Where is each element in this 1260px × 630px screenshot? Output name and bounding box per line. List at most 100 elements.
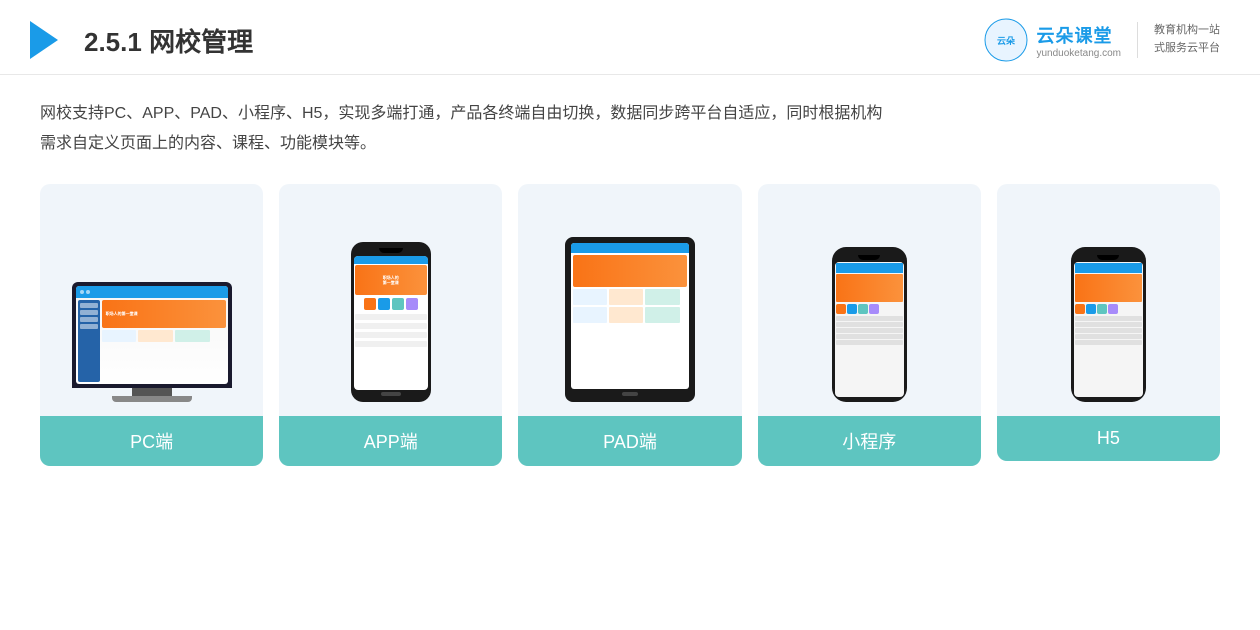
- pad-screen: [571, 243, 689, 389]
- miniprogram-screen: [835, 262, 904, 397]
- mini-list-3: [836, 328, 903, 333]
- h5-image-area: [997, 202, 1220, 402]
- description-text: 网校支持PC、APP、PAD、小程序、H5，实现多端打通，产品各终端自由切换，数…: [40, 99, 1220, 160]
- cloud-logo-icon: 云朵: [984, 18, 1028, 62]
- app-icons-row: [355, 296, 427, 312]
- pc-sidebar: [78, 300, 100, 382]
- mini-icon-2: [847, 304, 857, 314]
- pc-mockup: 职场人的第一堂课: [72, 282, 232, 402]
- mini-icon-1: [836, 304, 846, 314]
- miniprogram-notch: [858, 255, 880, 260]
- h5-icon-2: [1086, 304, 1096, 314]
- pc-dot-2: [86, 290, 90, 294]
- pc-sidebar-item-2: [80, 310, 98, 315]
- main-content: 网校支持PC、APP、PAD、小程序、H5，实现多端打通，产品各终端自由切换，数…: [0, 75, 1260, 630]
- pad-home-btn: [622, 392, 638, 396]
- miniprogram-icons: [836, 303, 903, 315]
- app-banner-text: 职场人的第一堂课: [383, 275, 399, 285]
- h5-icon-3: [1097, 304, 1107, 314]
- pad-grid-4: [573, 307, 607, 323]
- mini-icon-4: [869, 304, 879, 314]
- h5-icon-1: [1075, 304, 1085, 314]
- h5-list-4: [1075, 334, 1142, 339]
- app-list-1: [355, 314, 427, 320]
- pc-image-area: 职场人的第一堂课: [40, 202, 263, 402]
- pad-grid-3: [645, 289, 679, 305]
- brand-logo: 云朵: [984, 18, 1028, 62]
- pad-top-bar: [571, 243, 689, 253]
- pc-sidebar-item-4: [80, 324, 98, 329]
- pc-card-label: PC端: [40, 416, 263, 466]
- app-phone-screen: 职场人的第一堂课: [354, 256, 428, 390]
- header-left: 2.5.1 网校管理: [30, 21, 253, 59]
- mini-list-1: [836, 316, 903, 321]
- app-phone-mockup: 职场人的第一堂课: [351, 242, 431, 402]
- h5-notch: [1097, 255, 1119, 260]
- pc-screen-content: 职场人的第一堂课: [76, 286, 228, 384]
- h5-list-2: [1075, 322, 1142, 327]
- brand-url: yunduoketang.com: [1036, 48, 1121, 59]
- miniprogram-header: [836, 263, 903, 273]
- h5-icons: [1075, 303, 1142, 315]
- h5-header: [1075, 263, 1142, 273]
- app-card-label: APP端: [279, 416, 502, 466]
- pad-card-label: PAD端: [518, 416, 741, 466]
- miniprogram-card: 小程序: [758, 184, 981, 466]
- app-home-btn: [381, 392, 401, 396]
- page-container: 2.5.1 网校管理 云朵 云朵课堂 yunduoketang.com 教育机构…: [0, 0, 1260, 630]
- pc-sidebar-item-3: [80, 317, 98, 322]
- miniprogram-content: [835, 262, 904, 397]
- mini-list-4: [836, 334, 903, 339]
- pad-content: [571, 253, 689, 389]
- h5-screen: [1074, 262, 1143, 397]
- pc-banner: 职场人的第一堂课: [102, 300, 226, 328]
- pad-grid: [573, 289, 687, 323]
- app-card: 职场人的第一堂课: [279, 184, 502, 466]
- app-list-4: [355, 341, 427, 347]
- pc-sidebar-item-1: [80, 303, 98, 308]
- h5-list-1: [1075, 316, 1142, 321]
- pad-grid-6: [645, 307, 679, 323]
- pc-card-3: [175, 330, 210, 342]
- logo-arrow-icon: [30, 21, 68, 59]
- pad-grid-1: [573, 289, 607, 305]
- pc-card-1: [102, 330, 137, 342]
- h5-card: H5: [997, 184, 1220, 461]
- h5-banner: [1075, 274, 1142, 302]
- brand-name: 云朵课堂: [1036, 22, 1112, 48]
- pc-cards-mini: [102, 330, 226, 342]
- svg-text:云朵: 云朵: [997, 36, 1016, 46]
- brand-divider: [1137, 22, 1138, 58]
- app-banner: 职场人的第一堂课: [355, 265, 427, 295]
- device-cards-row: 职场人的第一堂课: [40, 184, 1220, 466]
- brand-name-block: 云朵课堂 yunduoketang.com: [1036, 22, 1121, 59]
- app-icon-4: [406, 298, 418, 310]
- mini-list-5: [836, 340, 903, 345]
- h5-card-label: H5: [997, 416, 1220, 461]
- app-image-area: 职场人的第一堂课: [279, 202, 502, 402]
- pc-card: 职场人的第一堂课: [40, 184, 263, 466]
- pc-card-2: [138, 330, 173, 342]
- h5-list-5: [1075, 340, 1142, 345]
- miniprogram-card-label: 小程序: [758, 416, 981, 466]
- mini-icon-3: [858, 304, 868, 314]
- pad-banner: [573, 255, 687, 287]
- pc-main: 职场人的第一堂课: [102, 300, 226, 382]
- pad-mockup: [565, 237, 695, 402]
- app-icon-2: [378, 298, 390, 310]
- pc-screen-outer: 职场人的第一堂课: [72, 282, 232, 388]
- pc-banner-text: 职场人的第一堂课: [106, 311, 138, 317]
- miniprogram-phone: [832, 247, 907, 402]
- app-content: 职场人的第一堂课: [354, 264, 428, 390]
- pad-grid-5: [609, 307, 643, 323]
- miniprogram-image-area: [758, 202, 981, 402]
- pad-image-area: [518, 202, 741, 402]
- app-phone-notch: [379, 248, 403, 253]
- pc-top-bar: [76, 286, 228, 298]
- app-status-bar: [354, 256, 428, 264]
- page-title: 2.5.1 网校管理: [84, 22, 253, 59]
- miniprogram-banner: [836, 274, 903, 302]
- h5-icon-4: [1108, 304, 1118, 314]
- app-icon-1: [364, 298, 376, 310]
- pad-card: PAD端: [518, 184, 741, 466]
